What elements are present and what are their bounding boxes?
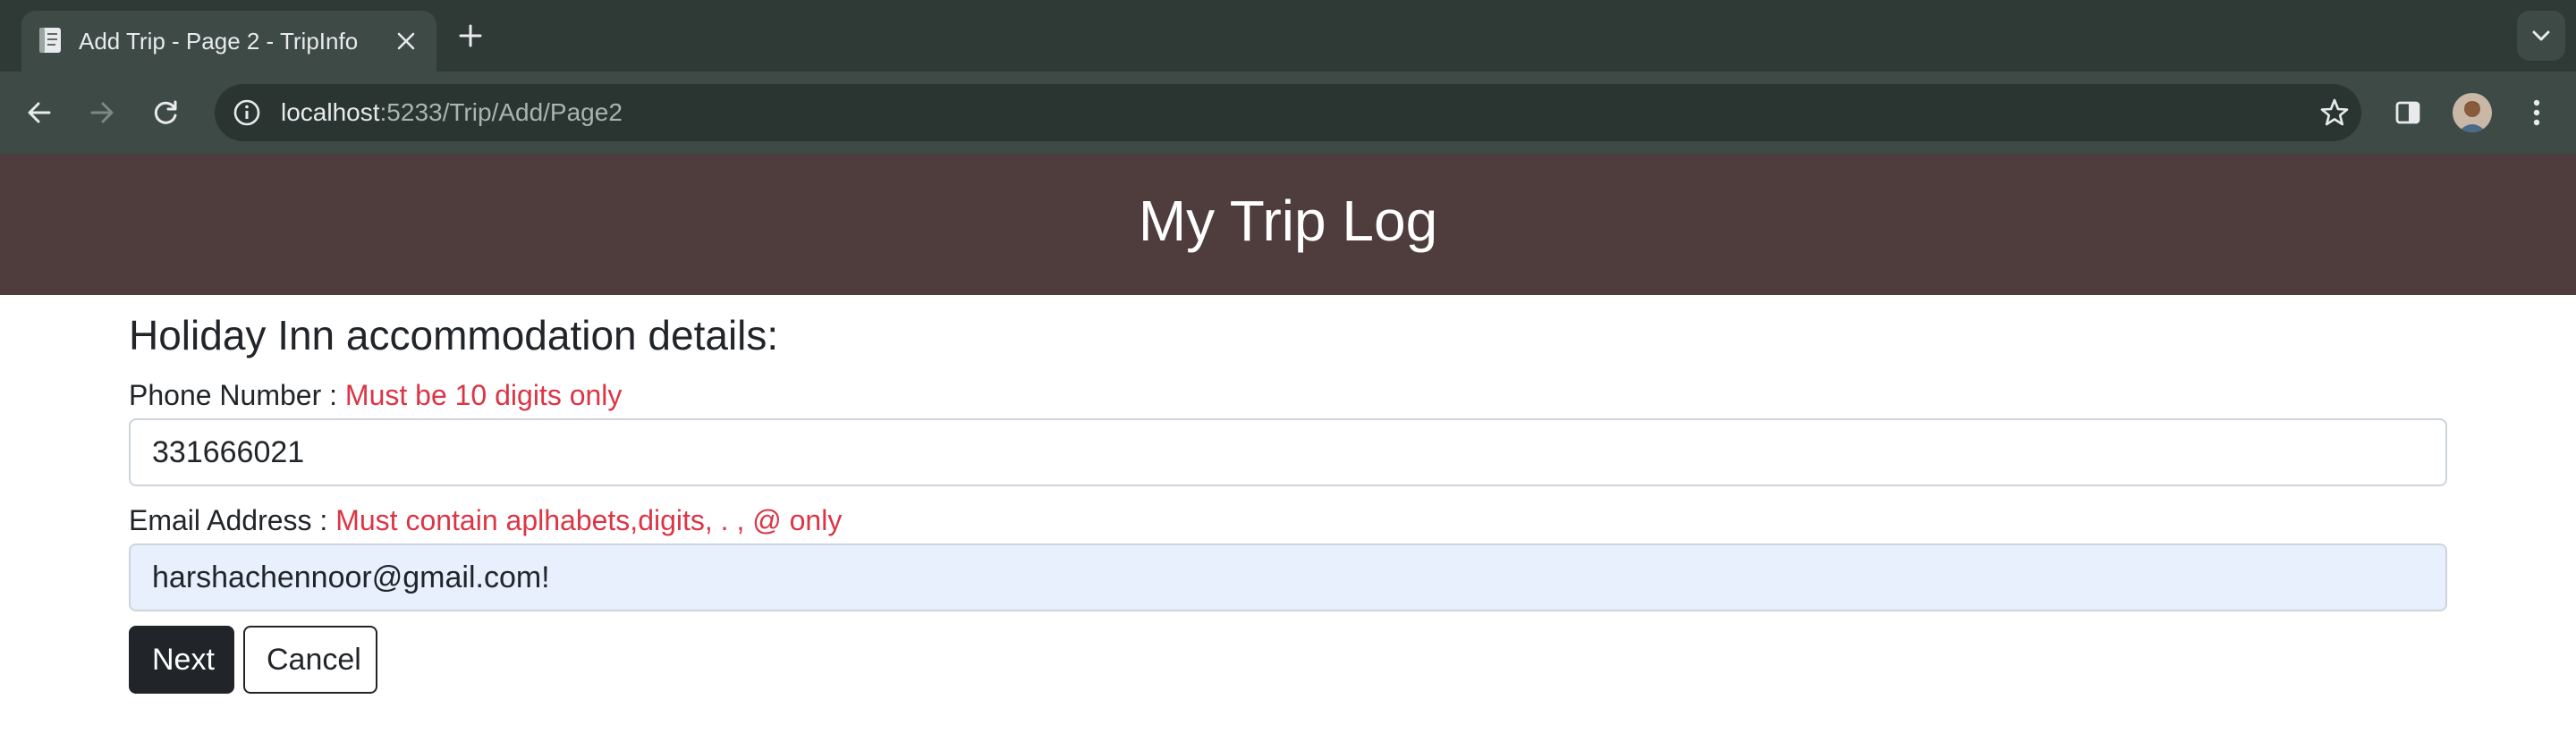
- cancel-button[interactable]: Cancel: [243, 626, 377, 694]
- email-address-input[interactable]: [129, 543, 2447, 611]
- app-title: My Trip Log: [1138, 189, 1438, 253]
- phone-label-row: Phone Number : Must be 10 digits only: [129, 379, 622, 412]
- phone-label: Phone Number :: [129, 379, 338, 411]
- side-panel-icon[interactable]: [2388, 93, 2428, 132]
- phone-error-message: Must be 10 digits only: [344, 379, 623, 411]
- avatar[interactable]: [2453, 93, 2492, 132]
- address-bar[interactable]: localhost:5233/Trip/Add/Page2: [215, 84, 2361, 141]
- browser-tabstrip: Add Trip - Page 2 - TripInfo: [0, 0, 2576, 72]
- email-label-row: Email Address : Must contain aplhabets,d…: [129, 504, 842, 537]
- url-path: :5233/Trip/Add/Page2: [379, 98, 623, 126]
- star-icon[interactable]: [2315, 93, 2354, 132]
- tab-title: Add Trip - Page 2 - TripInfo: [79, 28, 359, 55]
- app-header: My Trip Log: [0, 154, 2576, 295]
- info-icon[interactable]: [227, 93, 267, 132]
- page-title: Holiday Inn accommodation details:: [129, 312, 779, 358]
- reload-icon[interactable]: [147, 93, 186, 132]
- browser-toolbar: localhost:5233/Trip/Add/Page2: [0, 72, 2576, 154]
- arrow-right-icon[interactable]: [82, 93, 122, 132]
- plus-icon[interactable]: [453, 18, 488, 54]
- phone-number-input[interactable]: [129, 418, 2447, 486]
- email-error-message: Must contain aplhabets,digits, . , @ onl…: [335, 504, 843, 536]
- url-host: localhost: [281, 98, 380, 126]
- url-text[interactable]: localhost:5233/Trip/Add/Page2: [281, 84, 623, 141]
- document-icon: [36, 25, 66, 55]
- chevron-down-icon[interactable]: [2517, 11, 2565, 61]
- email-label: Email Address :: [129, 504, 328, 536]
- kebab-menu-icon[interactable]: [2517, 93, 2556, 132]
- browser-tab-active[interactable]: Add Trip - Page 2 - TripInfo: [21, 11, 436, 72]
- arrow-left-icon[interactable]: [20, 93, 59, 132]
- close-icon[interactable]: [388, 23, 424, 59]
- next-button[interactable]: Next: [129, 626, 234, 694]
